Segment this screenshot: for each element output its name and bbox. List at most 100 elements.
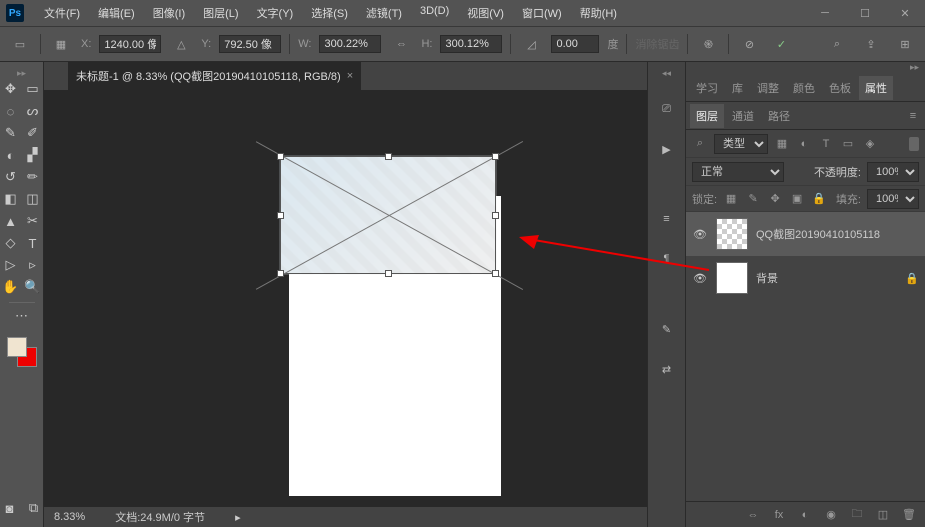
- tab-libraries[interactable]: 库: [726, 76, 749, 100]
- tab-color[interactable]: 颜色: [787, 76, 821, 100]
- canvas[interactable]: [44, 90, 647, 507]
- filter-adjust-icon[interactable]: ◐: [796, 136, 812, 152]
- handle-s[interactable]: [385, 270, 392, 277]
- expand-dock-icon[interactable]: ◂◂: [662, 68, 671, 76]
- visibility-toggle[interactable]: 👁: [692, 228, 708, 241]
- warp-icon[interactable]: ֎: [696, 32, 720, 56]
- handle-ne[interactable]: [492, 153, 499, 160]
- menu-type[interactable]: 文字(Y): [249, 2, 302, 24]
- clone-tool[interactable]: ▞: [24, 146, 42, 164]
- lasso-tool[interactable]: ᔕ: [24, 102, 42, 120]
- handle-sw[interactable]: [277, 270, 284, 277]
- artboard-tool[interactable]: ▭: [24, 80, 42, 98]
- menu-filter[interactable]: 滤镜(T): [358, 2, 410, 24]
- hand-tool[interactable]: ✋: [2, 278, 20, 296]
- lock-position-icon[interactable]: ✥: [767, 191, 783, 207]
- collapse-panels-icon[interactable]: ▸▸: [686, 62, 925, 70]
- commit-transform-icon[interactable]: ✓: [769, 32, 793, 56]
- pen-tool[interactable]: ▲: [2, 212, 20, 230]
- zoom-level[interactable]: 8.33%: [54, 511, 85, 523]
- menu-3d[interactable]: 3D(D): [412, 2, 457, 24]
- filter-search-icon[interactable]: ⌕: [692, 136, 708, 152]
- minimize-button[interactable]: ─: [805, 0, 845, 26]
- handle-nw[interactable]: [277, 153, 284, 160]
- status-caret-icon[interactable]: ▸: [235, 511, 241, 524]
- transform-bounding-box[interactable]: [274, 150, 502, 280]
- paragraph-panel-icon[interactable]: ≡: [656, 208, 678, 230]
- handle-w[interactable]: [277, 212, 284, 219]
- cancel-transform-icon[interactable]: ⊘: [737, 32, 761, 56]
- fill-input[interactable]: 100%: [867, 189, 919, 209]
- eraser-tool[interactable]: ◧: [2, 190, 20, 208]
- adjustments-panel-icon[interactable]: ⇄: [656, 358, 678, 380]
- link-wh-icon[interactable]: ⇔: [389, 32, 413, 56]
- lock-transparency-icon[interactable]: ▦: [723, 191, 739, 207]
- blend-mode-select[interactable]: 正常: [692, 162, 784, 182]
- gradient-tool[interactable]: ◫: [24, 190, 42, 208]
- marquee-tool[interactable]: ◌: [2, 102, 20, 120]
- foreground-color-swatch[interactable]: [7, 337, 27, 357]
- adjustment-layer-icon[interactable]: ◉: [823, 507, 839, 523]
- h-input[interactable]: [440, 35, 502, 53]
- layer-fx-icon[interactable]: fx: [771, 507, 787, 523]
- menu-view[interactable]: 视图(V): [459, 2, 512, 24]
- tab-learn[interactable]: 学习: [690, 76, 724, 100]
- menu-help[interactable]: 帮助(H): [572, 2, 625, 24]
- type-tool[interactable]: T: [24, 234, 42, 252]
- filter-type-icon[interactable]: T: [818, 136, 834, 152]
- layer-thumbnail[interactable]: [716, 218, 748, 250]
- close-button[interactable]: ✕: [885, 0, 925, 26]
- tab-properties[interactable]: 属性: [859, 76, 893, 100]
- pencil-tool[interactable]: ✏: [24, 168, 42, 186]
- path-select-tool[interactable]: ▷: [2, 256, 20, 274]
- reference-point-icon[interactable]: ▦: [49, 32, 73, 56]
- layer-row-1[interactable]: 👁 QQ截图20190410105118: [686, 212, 925, 256]
- tab-swatches[interactable]: 色板: [823, 76, 857, 100]
- actions-panel-icon[interactable]: ▶: [656, 138, 678, 160]
- delete-layer-icon[interactable]: 🗑: [901, 507, 917, 523]
- tab-adjustments[interactable]: 调整: [751, 76, 785, 100]
- brushes-panel-icon[interactable]: ✎: [656, 318, 678, 340]
- x-input[interactable]: [99, 35, 161, 53]
- opacity-input[interactable]: 100%: [867, 162, 919, 182]
- search-icon[interactable]: ⌕: [825, 32, 849, 56]
- close-tab-icon[interactable]: ×: [347, 70, 353, 82]
- layer-name[interactable]: QQ截图20190410105118: [756, 226, 880, 242]
- angle-input[interactable]: [551, 35, 599, 53]
- tab-paths[interactable]: 路径: [762, 104, 796, 128]
- transform-tool-icon[interactable]: ▭: [8, 32, 32, 56]
- group-layers-icon[interactable]: 🗀: [849, 507, 865, 523]
- filter-smart-icon[interactable]: ◈: [862, 136, 878, 152]
- quickmask-icon[interactable]: ◙: [1, 499, 19, 517]
- healing-tool[interactable]: ◐: [2, 146, 20, 164]
- menu-layer[interactable]: 图层(L): [195, 2, 246, 24]
- menu-image[interactable]: 图像(I): [145, 2, 193, 24]
- menu-select[interactable]: 选择(S): [303, 2, 356, 24]
- crop-tool[interactable]: ✂: [24, 212, 42, 230]
- new-layer-icon[interactable]: ◫: [875, 507, 891, 523]
- link-layers-icon[interactable]: ⇔: [745, 507, 761, 523]
- lock-artboard-icon[interactable]: ▣: [789, 191, 805, 207]
- character-panel-icon[interactable]: ¶: [656, 248, 678, 270]
- filter-shape-icon[interactable]: ▭: [840, 136, 856, 152]
- handle-e[interactable]: [492, 212, 499, 219]
- direct-select-tool[interactable]: ▹: [24, 256, 42, 274]
- triangle-icon[interactable]: △: [169, 32, 193, 56]
- share-icon[interactable]: ⇪: [859, 32, 883, 56]
- lock-pixels-icon[interactable]: ✎: [745, 191, 761, 207]
- handle-se[interactable]: [492, 270, 499, 277]
- zoom-tool[interactable]: 🔍: [24, 278, 42, 296]
- panel-menu-icon[interactable]: ≡: [905, 108, 921, 124]
- menu-edit[interactable]: 编辑(E): [90, 2, 143, 24]
- menu-file[interactable]: 文件(F): [36, 2, 88, 24]
- layer-name[interactable]: 背景: [756, 270, 778, 286]
- collapse-toolbox-icon[interactable]: ▸▸: [17, 68, 26, 76]
- visibility-toggle[interactable]: 👁: [692, 272, 708, 285]
- filter-pixel-icon[interactable]: ▦: [774, 136, 790, 152]
- filter-toggle[interactable]: [909, 137, 919, 151]
- w-input[interactable]: [319, 35, 381, 53]
- move-tool[interactable]: ✥: [2, 80, 20, 98]
- shape-tool[interactable]: ◇: [2, 234, 20, 252]
- maximize-button[interactable]: ☐: [845, 0, 885, 26]
- lock-all-icon[interactable]: 🔒: [811, 191, 827, 207]
